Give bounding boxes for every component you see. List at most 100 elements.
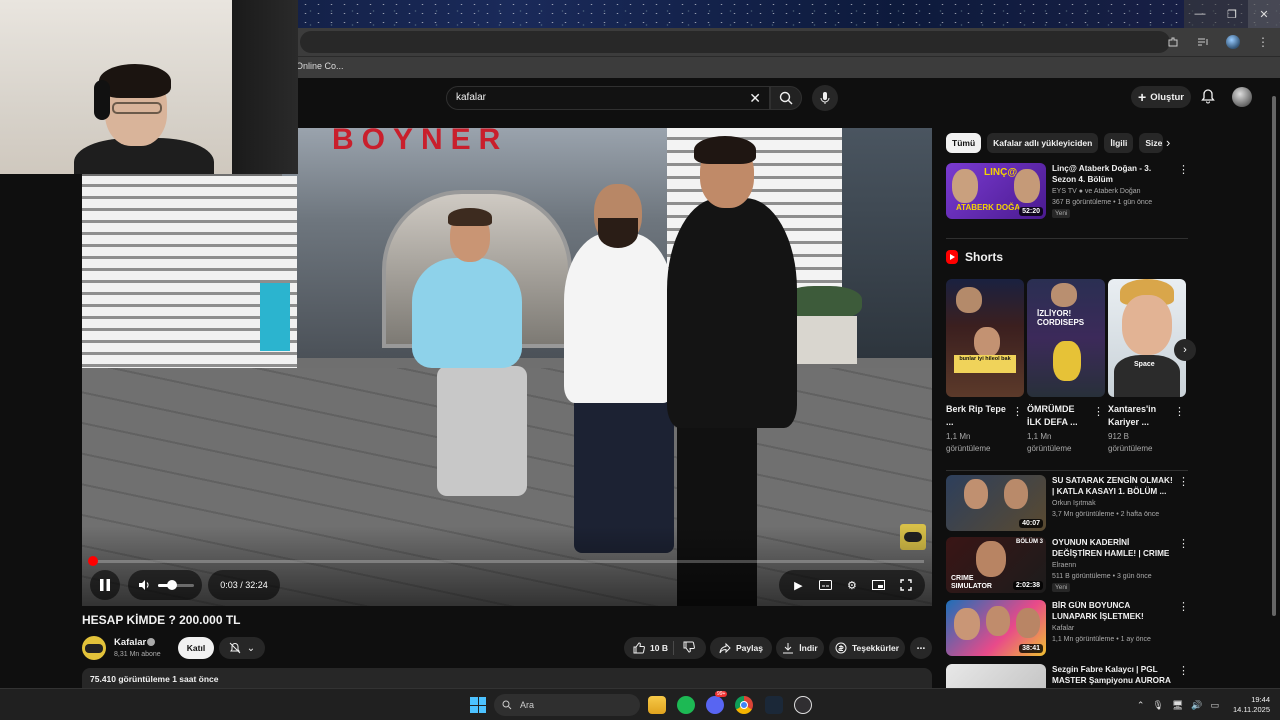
short-thumbnail[interactable]: Space <box>1108 279 1186 397</box>
clock[interactable]: 19:44 14.11.2025 <box>1233 695 1270 715</box>
short-thumbnail[interactable]: İZLİYOR! CORDISEPS <box>1027 279 1105 397</box>
duration-badge: 38:41 <box>1019 644 1043 653</box>
short-item[interactable]: Space Xantares'in Kariyer ... 912 B görü… <box>1108 279 1186 455</box>
scrollbar-thumb[interactable] <box>1272 96 1276 616</box>
more-actions-icon[interactable]: ⋯ <box>910 637 932 659</box>
channel-name[interactable]: Kafalar <box>1052 625 1074 632</box>
short-item[interactable]: İZLİYOR! CORDISEPS ÖMRÜMDE İLK DEFA ... … <box>1027 279 1105 455</box>
channel-avatar[interactable] <box>82 636 106 660</box>
like-button[interactable]: 10 B <box>624 637 706 659</box>
kebab-menu-icon[interactable]: ⋮ <box>1093 405 1104 418</box>
miniplayer-icon[interactable] <box>871 577 887 593</box>
thumbs-down-icon[interactable] <box>683 641 695 653</box>
taskbar-search[interactable]: Ara <box>494 694 640 716</box>
short-title[interactable]: Berk Rip Tepe ... <box>946 403 1006 429</box>
fullscreen-icon[interactable] <box>898 577 914 593</box>
voice-search-button[interactable] <box>812 85 838 111</box>
video-player[interactable]: BOYNER 0:03 / 32:24 ▶ ⚙ <box>82 128 932 606</box>
network-icon[interactable]: 🖥 <box>1172 700 1183 711</box>
chip-all[interactable]: Tümü <box>946 133 982 153</box>
chevron-right-icon[interactable]: › <box>1174 339 1196 361</box>
profile-avatar[interactable] <box>1224 33 1242 51</box>
join-button[interactable]: Katıl <box>178 637 214 659</box>
bookmark-item[interactable]: Online Co... <box>296 61 344 71</box>
short-thumbnail[interactable]: bunlar iyi hileol bak <box>946 279 1024 397</box>
page-scrollbar[interactable] <box>1270 82 1278 688</box>
volume-knob[interactable] <box>167 579 178 590</box>
channel-name[interactable]: Elraenn <box>1052 562 1076 569</box>
video-title[interactable]: Sezgin Fabre Kalaycı | PGL MASTER Şampiy… <box>1052 665 1176 686</box>
video-title[interactable]: OYUNUN KADERİNİ DEĞİŞTİREN HAMLE! | CRIM… <box>1052 538 1176 559</box>
video-thumbnail[interactable]: CRIME SIMULATOR BÖLÜM 3 2:02:38 <box>946 537 1046 593</box>
progress-scrubber[interactable] <box>87 556 98 566</box>
video-title[interactable]: Linç@ Ataberk Doğan - 3. Sezon 4. Bölüm <box>1052 164 1176 185</box>
volume-slider[interactable] <box>158 579 194 590</box>
steam-app-icon[interactable] <box>765 696 783 714</box>
kebab-menu-icon[interactable]: ⋮ <box>1178 600 1189 613</box>
search-button[interactable] <box>770 86 802 110</box>
file-explorer-icon[interactable] <box>648 696 666 714</box>
avatar[interactable] <box>1232 87 1252 107</box>
search-input[interactable]: kafalar ✕ <box>446 86 770 110</box>
minimize-button[interactable]: — <box>1184 0 1216 28</box>
discord-icon[interactable]: 99+ <box>706 691 728 714</box>
progress-bar[interactable] <box>87 556 924 566</box>
thanks-button[interactable]: Teşekkürler <box>829 637 905 659</box>
kebab-menu-icon[interactable]: ⋮ <box>1178 163 1189 176</box>
video-thumbnail[interactable] <box>946 664 1046 688</box>
recommended-video[interactable]: CRIME SIMULATOR BÖLÜM 3 2:02:38 OYUNUN K… <box>946 537 1196 593</box>
kebab-menu-icon[interactable]: ⋮ <box>1254 33 1272 51</box>
settings-gear-icon[interactable]: ⚙ <box>844 577 860 593</box>
media-control-icon[interactable] <box>1194 33 1212 51</box>
time-label: 0:03 / 32:24 <box>220 580 268 590</box>
windows-start-icon[interactable] <box>470 697 486 713</box>
recommended-video[interactable]: LINÇ@ ATABERK DOĞA 52:20 Linç@ Ataberk D… <box>946 163 1196 219</box>
bell-icon[interactable] <box>1200 88 1218 106</box>
recommended-video[interactable]: 38:41 BİR GÜN BOYUNCA LUNAPARK İŞLETMEK!… <box>946 600 1196 656</box>
spotify-icon[interactable] <box>677 696 695 714</box>
pause-button[interactable] <box>90 570 120 600</box>
channel-name[interactable]: Kafalar <box>114 637 146 648</box>
chevron-up-icon[interactable]: ⌃ <box>1137 700 1145 711</box>
video-thumbnail[interactable]: LINÇ@ ATABERK DOĞA 52:20 <box>946 163 1046 219</box>
recommended-video[interactable]: 40:07 SU SATARAK ZENGİN OLMAK! | KATLA K… <box>946 475 1196 531</box>
kebab-menu-icon[interactable]: ⋮ <box>1174 405 1185 418</box>
short-title[interactable]: ÖMRÜMDE İLK DEFA ... <box>1027 403 1087 429</box>
volume-icon[interactable] <box>138 579 150 591</box>
video-thumbnail[interactable]: 40:07 <box>946 475 1046 531</box>
address-field[interactable] <box>300 31 1170 53</box>
chrome-icon[interactable] <box>735 696 753 714</box>
recommended-video[interactable]: Sezgin Fabre Kalaycı | PGL MASTER Şampiy… <box>946 664 1196 688</box>
battery-icon[interactable]: ▭ <box>1211 700 1220 711</box>
video-thumbnail[interactable]: 38:41 <box>946 600 1046 656</box>
share-button[interactable]: Paylaş <box>710 637 772 659</box>
short-title[interactable]: Xantares'in Kariyer ... <box>1108 403 1168 429</box>
chip-from-uploader[interactable]: Kafalar adlı yükleyiciden <box>987 133 1099 153</box>
kebab-menu-icon[interactable]: ⋮ <box>1012 405 1023 418</box>
close-button[interactable]: ✕ <box>1248 0 1280 28</box>
extensions-icon[interactable] <box>1164 33 1182 51</box>
notifications-button[interactable]: ⌄ <box>219 637 265 659</box>
chip-for-you[interactable]: Size <box>1139 133 1164 153</box>
video-title[interactable]: BİR GÜN BOYUNCA LUNAPARK İŞLETMEK! <box>1052 601 1176 622</box>
obs-icon[interactable] <box>794 696 812 714</box>
mic-icon[interactable]: 🎙 <box>1152 700 1163 711</box>
chevron-right-icon[interactable]: › <box>1166 135 1170 150</box>
create-button[interactable]: + Oluştur <box>1131 86 1191 108</box>
kebab-menu-icon[interactable]: ⋮ <box>1178 537 1189 550</box>
short-item[interactable]: bunlar iyi hileol bak Berk Rip Tepe ... … <box>946 279 1024 455</box>
speaker-icon[interactable]: 🔊 <box>1191 700 1202 711</box>
kebab-menu-icon[interactable]: ⋮ <box>1178 664 1189 677</box>
channel-name[interactable]: EYS TV ● ve Ataberk Doğan <box>1052 188 1141 195</box>
kebab-menu-icon[interactable]: ⋮ <box>1178 475 1189 488</box>
clear-icon[interactable]: ✕ <box>749 90 761 107</box>
video-title[interactable]: SU SATARAK ZENGİN OLMAK! | KATLA KASAYI … <box>1052 476 1176 497</box>
download-button[interactable]: İndir <box>776 637 824 659</box>
chip-related[interactable]: İlgili <box>1104 133 1134 153</box>
autoplay-toggle-icon[interactable]: ▶ <box>790 577 806 593</box>
maximize-button[interactable]: ❐ <box>1216 0 1248 28</box>
description-box[interactable]: 75.410 görüntüleme 1 saat önce <box>82 668 932 690</box>
channel-name[interactable]: Orkun Işıtmak <box>1052 500 1096 507</box>
subtitles-icon[interactable] <box>817 577 833 593</box>
volume-control[interactable] <box>128 570 202 600</box>
